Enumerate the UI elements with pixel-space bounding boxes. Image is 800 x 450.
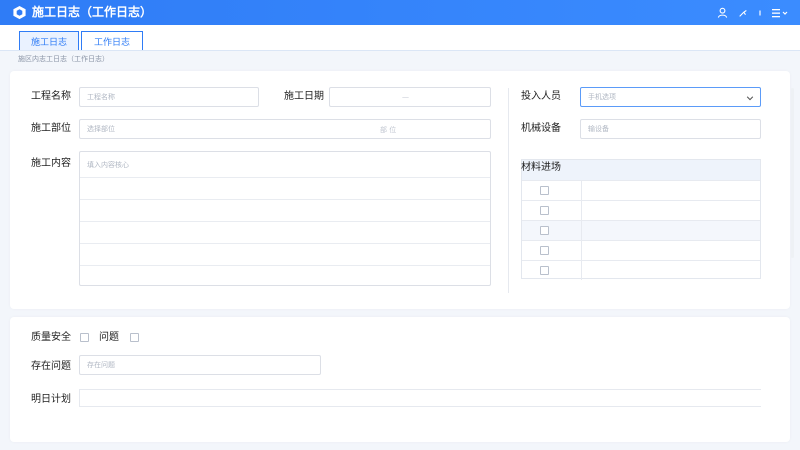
issue-check-label: 问题 (99, 332, 119, 343)
table-row (522, 180, 760, 200)
personnel-select[interactable] (580, 87, 761, 107)
row-checkbox[interactable] (540, 206, 549, 215)
content-label: 施工内容 (31, 158, 71, 169)
row-checkbox[interactable] (540, 226, 549, 235)
date-separator: — (402, 93, 409, 101)
quality-safety-label: 质量安全 (31, 332, 71, 343)
row-checkbox[interactable] (540, 246, 549, 255)
materials-label: 材料进场 (521, 162, 561, 173)
table-column-divider (581, 180, 582, 280)
app-title: 施工日志（工作日志） (32, 5, 153, 19)
textarea-line (80, 243, 490, 244)
issue-checkbox[interactable] (130, 333, 139, 342)
top-bar: 施工日志（工作日志） (0, 0, 800, 25)
tabs-bar: 施工日志 工作日志 (0, 25, 800, 51)
personnel-input[interactable] (588, 93, 760, 101)
content-textarea[interactable]: 填入内容核心 (79, 151, 491, 286)
info-icon[interactable] (758, 8, 762, 18)
row-checkbox[interactable] (540, 186, 549, 195)
issues-label: 存在问题 (31, 361, 71, 372)
project-name-input[interactable] (87, 93, 258, 101)
tool-icon[interactable] (738, 8, 748, 18)
location-suffix: 部 位 (380, 126, 397, 134)
plan-field[interactable] (79, 389, 761, 407)
secondary-form-card (10, 317, 790, 442)
table-row (522, 240, 760, 260)
row-checkbox[interactable] (540, 266, 549, 275)
tab-work-log[interactable]: 工作日志 (81, 31, 143, 50)
menu-icon[interactable] (772, 8, 788, 18)
materials-table (521, 159, 761, 280)
tab-construction-log[interactable]: 施工日志 (19, 31, 79, 50)
content-placeholder: 填入内容核心 (87, 161, 129, 169)
table-row (522, 220, 760, 240)
machinery-input[interactable] (588, 125, 760, 133)
textarea-line (80, 221, 490, 222)
project-name-label: 工程名称 (31, 91, 71, 102)
location-label: 施工部位 (31, 123, 71, 134)
location-input[interactable] (87, 125, 367, 133)
location-field[interactable]: 部 位 (79, 119, 491, 139)
plan-label: 明日计划 (31, 394, 71, 405)
date-range-field[interactable]: — (329, 87, 491, 107)
textarea-line (80, 199, 490, 200)
scrollbar[interactable] (791, 88, 794, 258)
machinery-label: 机械设备 (521, 123, 561, 134)
textarea-line (80, 265, 490, 266)
column-divider (508, 88, 509, 293)
user-icon[interactable] (717, 7, 728, 18)
textarea-line (80, 177, 490, 178)
breadcrumb: 施区内志工日志（工作日志） (18, 55, 109, 63)
table-row (522, 260, 760, 280)
quality-safety-checkbox[interactable] (80, 333, 89, 342)
app-logo-icon (13, 5, 26, 20)
date-label: 施工日期 (284, 91, 324, 102)
issues-input[interactable] (87, 361, 320, 369)
chevron-down-icon (746, 96, 754, 101)
table-row (522, 200, 760, 220)
personnel-label: 投入人员 (521, 91, 561, 102)
machinery-field[interactable] (580, 119, 761, 139)
issues-field[interactable] (79, 355, 321, 375)
project-name-field[interactable] (79, 87, 259, 107)
